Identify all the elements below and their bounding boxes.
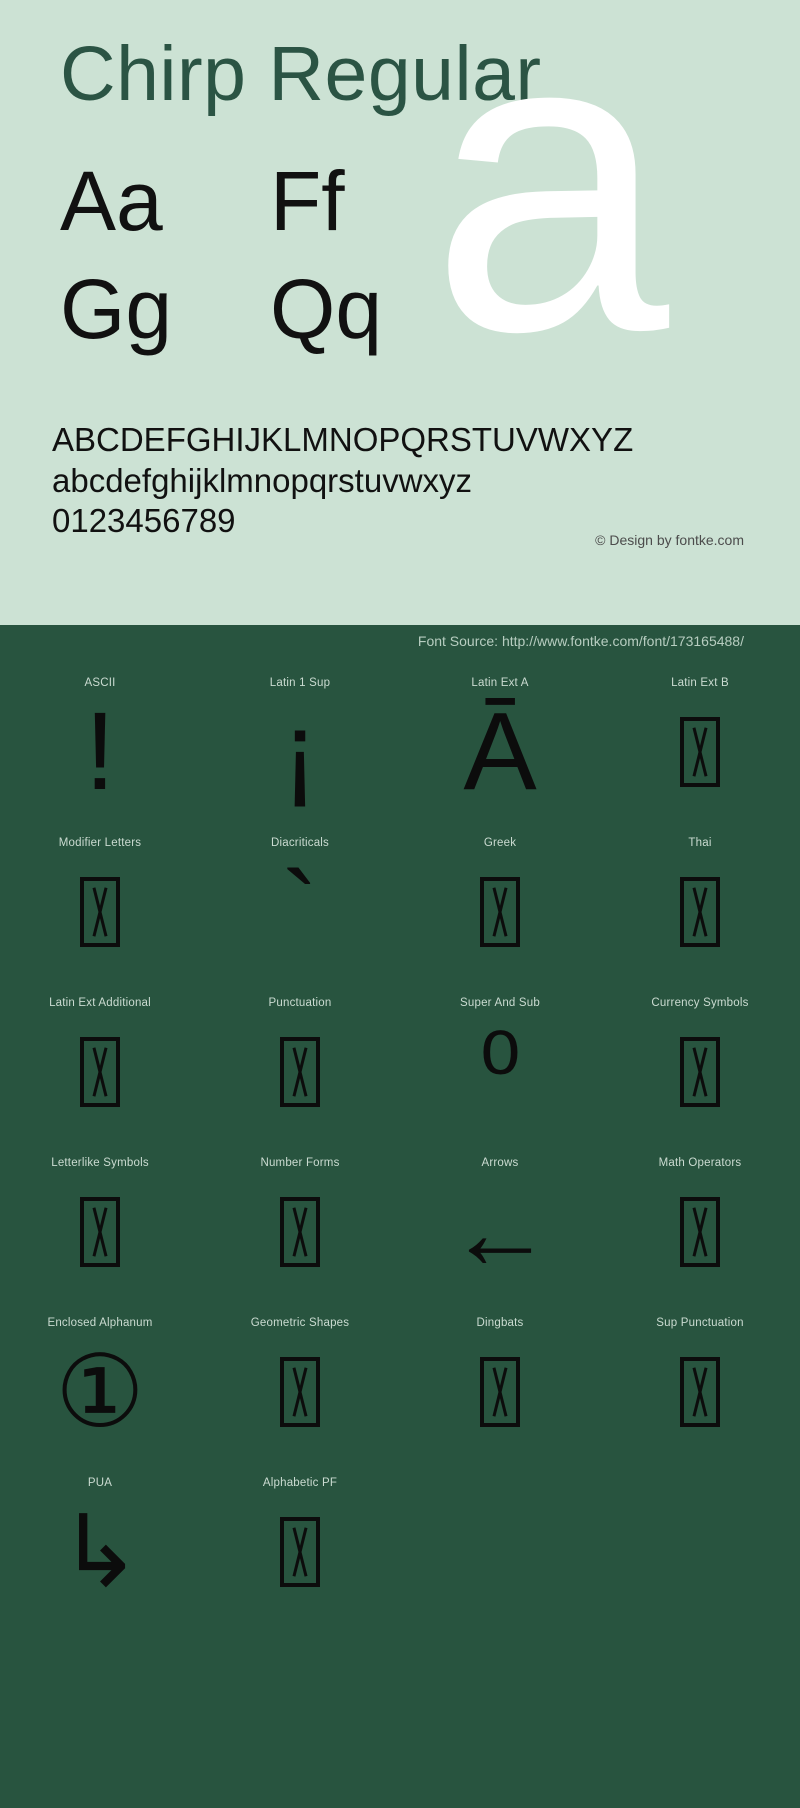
tofu-box-icon: [80, 1037, 120, 1107]
unicode-block-cell: Latin Ext Additional: [0, 995, 200, 1155]
sample-pair-ff: Ff: [270, 154, 345, 248]
charset-uppercase: ABCDEFGHIJKLMNOPQRSTUVWXYZ: [52, 421, 634, 458]
font-source-link[interactable]: Font Source: http://www.fontke.com/font/…: [418, 633, 744, 649]
notdef-tofu-icon: [680, 697, 720, 807]
unicode-block-label: Latin 1 Sup: [269, 677, 331, 689]
notdef-tofu-icon: [80, 1017, 120, 1127]
unicode-block-label: Math Operators: [658, 1157, 742, 1169]
notdef-tofu-icon: [480, 1337, 520, 1447]
unicode-block-cell: Latin Ext B: [600, 675, 800, 835]
unicode-block-label: Modifier Letters: [58, 837, 142, 849]
unicode-block-glyph: `: [281, 850, 319, 973]
unicode-block-cell: Dingbats: [400, 1315, 600, 1475]
notdef-tofu-icon: [80, 857, 120, 967]
charset-digits: 0123456789: [52, 502, 236, 540]
unicode-block-label: Alphabetic PF: [262, 1477, 338, 1489]
tofu-box-icon: [480, 877, 520, 947]
notdef-tofu-icon: [280, 1017, 320, 1127]
unicode-block-label: Enclosed Alphanum: [47, 1317, 153, 1329]
unicode-block-cell: Arrows ←: [400, 1155, 600, 1315]
unicode-block-label: Letterlike Symbols: [51, 1157, 149, 1169]
unicode-block-label: Super And Sub: [460, 997, 540, 1009]
unicode-block-cell: Super And Sub ⁰: [400, 995, 600, 1155]
unicode-block-cell: ASCII!: [0, 675, 200, 835]
unicode-block-glyph: ¡: [281, 690, 319, 813]
unicode-block-cell: Enclosed Alphanum ①: [0, 1315, 200, 1475]
tofu-box-icon: [80, 877, 120, 947]
unicode-block-cell: Number Forms: [200, 1155, 400, 1315]
tofu-box-icon: [480, 1357, 520, 1427]
unicode-block-glyph: !: [84, 690, 116, 813]
sample-pair-aa: Aa: [60, 154, 163, 248]
tofu-box-icon: [280, 1037, 320, 1107]
sample-pair-qq: Qq: [270, 262, 383, 356]
unicode-block-cell: Greek: [400, 835, 600, 995]
unicode-block-label: PUA: [87, 1477, 113, 1489]
unicode-block-glyph: ①: [55, 1336, 145, 1448]
charset-lowercase: abcdefghijklmnopqrstuvwxyz: [52, 461, 473, 499]
font-specimen-page: Chirp Regular a Aa Ff Gg Qq ABCDEFGHIJKL…: [0, 0, 800, 1808]
unicode-block-label: Latin Ext B: [671, 677, 729, 689]
tofu-box-icon: [680, 877, 720, 947]
tofu-box-icon: [680, 1197, 720, 1267]
unicode-block-cell: Currency Symbols: [600, 995, 800, 1155]
unicode-block-glyph: ↳: [58, 1496, 142, 1608]
unicode-block-label: Arrows: [481, 1157, 519, 1169]
tofu-box-icon: [680, 1037, 720, 1107]
unicode-block-label: Thai: [688, 837, 712, 849]
unicode-block-cell: Letterlike Symbols: [0, 1155, 200, 1315]
charset-sample: ABCDEFGHIJKLMNOPQRSTUVWXYZ abcdefghijklm…: [52, 420, 633, 542]
unicode-block-cell: Sup Punctuation: [600, 1315, 800, 1475]
specimen-panel: Chirp Regular a Aa Ff Gg Qq ABCDEFGHIJKL…: [0, 0, 800, 625]
unicode-block-cell: Alphabetic PF: [200, 1475, 400, 1635]
unicode-block-cell: Geometric Shapes: [200, 1315, 400, 1475]
unicode-block-label: Sup Punctuation: [656, 1317, 744, 1329]
sample-pair-gg: Gg: [60, 262, 173, 356]
notdef-tofu-icon: [680, 1017, 720, 1127]
notdef-tofu-icon: [680, 1177, 720, 1287]
unicode-block-cell: Latin 1 Sup ¡: [200, 675, 400, 835]
unicode-block-label: Geometric Shapes: [250, 1317, 350, 1329]
unicode-block-glyph: Ā: [463, 690, 537, 813]
copyright-notice: © Design by fontke.com: [595, 532, 744, 548]
unicode-block-cell: Thai: [600, 835, 800, 995]
notdef-tofu-icon: [280, 1177, 320, 1287]
unicode-block-cell: Diacriticals `: [200, 835, 400, 995]
notdef-tofu-icon: [280, 1497, 320, 1607]
tofu-box-icon: [280, 1357, 320, 1427]
notdef-tofu-icon: [680, 1337, 720, 1447]
tofu-box-icon: [680, 1357, 720, 1427]
unicode-block-cell: Math Operators: [600, 1155, 800, 1315]
unicode-block-cell: Modifier Letters: [0, 835, 200, 995]
notdef-tofu-icon: [80, 1177, 120, 1287]
unicode-block-label: Dingbats: [476, 1317, 524, 1329]
notdef-tofu-icon: [680, 857, 720, 967]
unicode-block-label: ASCII: [84, 677, 116, 689]
unicode-block-label: Number Forms: [260, 1157, 340, 1169]
unicode-block-cell: Punctuation: [200, 995, 400, 1155]
unicode-block-glyph: ⁰: [478, 1013, 522, 1131]
waterfall-row: Gg Qq: [60, 262, 580, 374]
unicode-block-label: Latin Ext Additional: [49, 997, 151, 1009]
unicode-block-label: Diacriticals: [271, 837, 329, 849]
unicode-block-label: Currency Symbols: [651, 997, 749, 1009]
waterfall-samples: Aa Ff Gg Qq: [60, 154, 580, 374]
notdef-tofu-icon: [480, 857, 520, 967]
tofu-box-icon: [80, 1197, 120, 1267]
tofu-box-icon: [280, 1517, 320, 1587]
unicode-block-label: Punctuation: [268, 997, 332, 1009]
unicode-block-label: Latin Ext A: [471, 677, 529, 689]
unicode-block-cell: Latin Ext AĀ: [400, 675, 600, 835]
unicode-blocks-panel: Font Source: http://www.fontke.com/font/…: [0, 625, 800, 1808]
tofu-box-icon: [280, 1197, 320, 1267]
waterfall-row: Aa Ff: [60, 154, 580, 266]
unicode-blocks-grid: ASCII! Latin 1 Sup ¡ Latin Ext A Ā Latin Ext …: [0, 675, 800, 1635]
unicode-block-label: Greek: [483, 837, 517, 849]
notdef-tofu-icon: [280, 1337, 320, 1447]
unicode-block-cell: PUA ↳: [0, 1475, 200, 1635]
unicode-block-glyph: ←: [447, 1173, 553, 1291]
tofu-box-icon: [680, 717, 720, 787]
